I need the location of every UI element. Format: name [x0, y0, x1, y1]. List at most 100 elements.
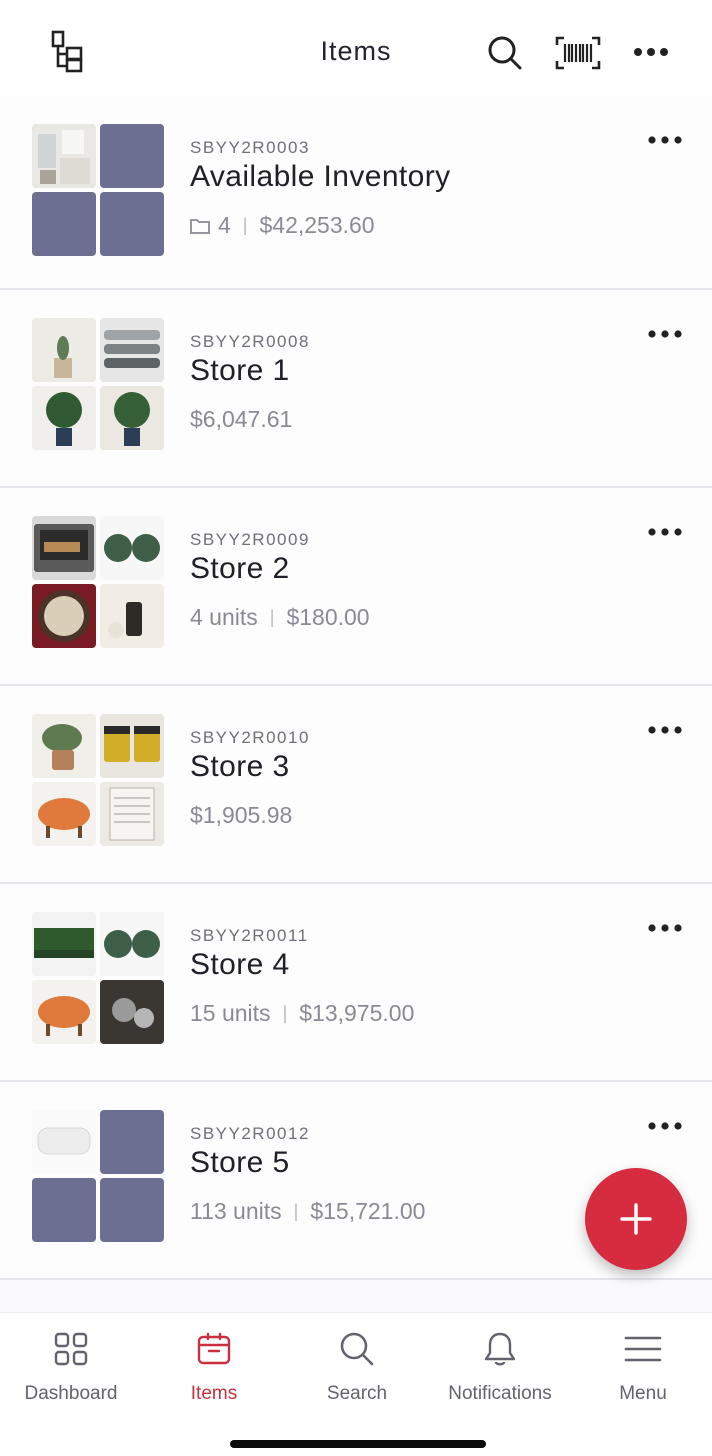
item-photo	[32, 584, 96, 648]
item-photo	[32, 714, 96, 778]
dashboard-grid-icon	[54, 1332, 88, 1366]
item-sku: SBYY2R0011	[190, 926, 309, 945]
nav-label: Items	[190, 1383, 238, 1404]
item-name: Store 4	[190, 948, 290, 981]
thumbnail-grid	[32, 912, 165, 1045]
home-indicator	[230, 1440, 486, 1448]
item-photo	[100, 386, 164, 450]
image-placeholder	[100, 192, 164, 256]
item-meta: $6,047.61	[190, 406, 292, 433]
item-more-icon[interactable]	[644, 520, 686, 544]
item-sku: SBYY2R0008	[190, 332, 310, 351]
item-meta: 4 units | $180.00	[190, 604, 370, 631]
folder-count-value: 4	[218, 212, 231, 238]
list-item[interactable]: SBYY2R0003 Available Inventory 4 | $42,2…	[0, 96, 712, 290]
page-title: Items	[320, 36, 392, 66]
item-photo	[100, 516, 164, 580]
nav-notifications[interactable]: Notifications	[429, 1327, 571, 1405]
nav-dashboard[interactable]: Dashboard	[0, 1327, 142, 1405]
item-photo	[100, 714, 164, 778]
item-photo	[32, 516, 96, 580]
box-icon	[197, 1332, 231, 1365]
list-item[interactable]: SBYY2R0009 Store 2 4 units | $180.00	[0, 488, 712, 686]
item-sku: SBYY2R0009	[190, 530, 310, 549]
item-photo	[32, 318, 96, 382]
item-units: 113 units	[190, 1198, 282, 1224]
folder-icon	[190, 218, 210, 234]
item-name: Store 5	[190, 1146, 290, 1179]
item-meta: $1,905.98	[190, 802, 292, 829]
item-photo	[32, 1110, 96, 1174]
item-value: $13,975.00	[299, 1000, 415, 1026]
search-icon[interactable]	[484, 32, 526, 74]
item-value: $1,905.98	[190, 802, 293, 828]
item-meta: 4 | $42,253.60	[190, 212, 375, 239]
image-placeholder	[32, 1178, 96, 1242]
item-more-icon[interactable]	[644, 916, 686, 940]
item-photo	[100, 912, 164, 976]
item-more-icon[interactable]	[644, 718, 686, 742]
meta-divider: |	[293, 1201, 299, 1221]
nav-label: Dashboard	[24, 1383, 118, 1404]
item-photo	[32, 782, 96, 846]
more-horizontal-icon[interactable]	[628, 36, 674, 68]
item-more-icon[interactable]	[644, 1114, 686, 1138]
item-value: $6,047.61	[190, 406, 293, 432]
folder-count: 4	[190, 212, 231, 239]
list-item[interactable]: SBYY2R0011 Store 4 15 units | $13,975.00	[0, 884, 712, 1082]
item-sku: SBYY2R0003	[190, 138, 310, 157]
thumbnail-grid	[32, 1110, 165, 1243]
meta-divider: |	[269, 607, 275, 627]
item-meta: 113 units | $15,721.00	[190, 1198, 425, 1225]
thumbnail-grid	[32, 516, 165, 649]
nav-menu[interactable]: Menu	[572, 1327, 712, 1405]
item-photo	[32, 980, 96, 1044]
thumbnail-grid	[32, 318, 165, 451]
item-name: Store 3	[190, 750, 290, 783]
items-list: SBYY2R0003 Available Inventory 4 | $42,2…	[0, 96, 712, 1312]
item-name: Store 2	[190, 552, 290, 585]
top-app-bar: Items	[0, 0, 712, 96]
item-sku: SBYY2R0010	[190, 728, 310, 747]
image-placeholder	[100, 1110, 164, 1174]
item-value: $15,721.00	[310, 1198, 426, 1224]
item-name: Store 1	[190, 354, 290, 387]
bottom-navigation: Dashboard Items Search Notifications Men…	[0, 1312, 712, 1456]
item-photo	[32, 386, 96, 450]
item-photo	[100, 782, 164, 846]
image-placeholder	[100, 124, 164, 188]
search-icon	[340, 1332, 374, 1366]
plus-icon	[620, 1203, 652, 1235]
item-meta: 15 units | $13,975.00	[190, 1000, 414, 1027]
item-more-icon[interactable]	[644, 322, 686, 346]
item-sku: SBYY2R0012	[190, 1124, 310, 1143]
item-value: $180.00	[286, 604, 370, 630]
item-units: 4 units	[190, 604, 258, 630]
nav-label: Menu	[619, 1383, 667, 1404]
item-units: 15 units	[190, 1000, 271, 1026]
item-photo	[32, 912, 96, 976]
nav-search[interactable]: Search	[286, 1327, 428, 1405]
image-placeholder	[100, 1178, 164, 1242]
thumbnail-grid	[32, 124, 165, 257]
item-name: Available Inventory	[190, 160, 451, 193]
list-item[interactable]: SBYY2R0010 Store 3 $1,905.98	[0, 686, 712, 884]
meta-divider: |	[282, 1003, 288, 1023]
item-more-icon[interactable]	[644, 128, 686, 152]
nav-items[interactable]: Items	[143, 1327, 285, 1405]
item-photo	[100, 318, 164, 382]
list-item[interactable]: SBYY2R0008 Store 1 $6,047.61	[0, 290, 712, 488]
nav-label: Search	[326, 1383, 388, 1404]
barcode-scan-icon[interactable]	[553, 34, 603, 72]
meta-divider: |	[242, 215, 248, 235]
item-photo	[100, 980, 164, 1044]
item-photo	[100, 584, 164, 648]
menu-icon	[624, 1336, 662, 1362]
image-placeholder	[32, 192, 96, 256]
nav-label: Notifications	[448, 1383, 552, 1404]
bell-icon	[484, 1332, 516, 1366]
item-value: $42,253.60	[259, 212, 375, 238]
add-item-button[interactable]	[585, 1168, 687, 1270]
thumbnail-grid	[32, 714, 165, 847]
item-photo	[32, 124, 96, 188]
